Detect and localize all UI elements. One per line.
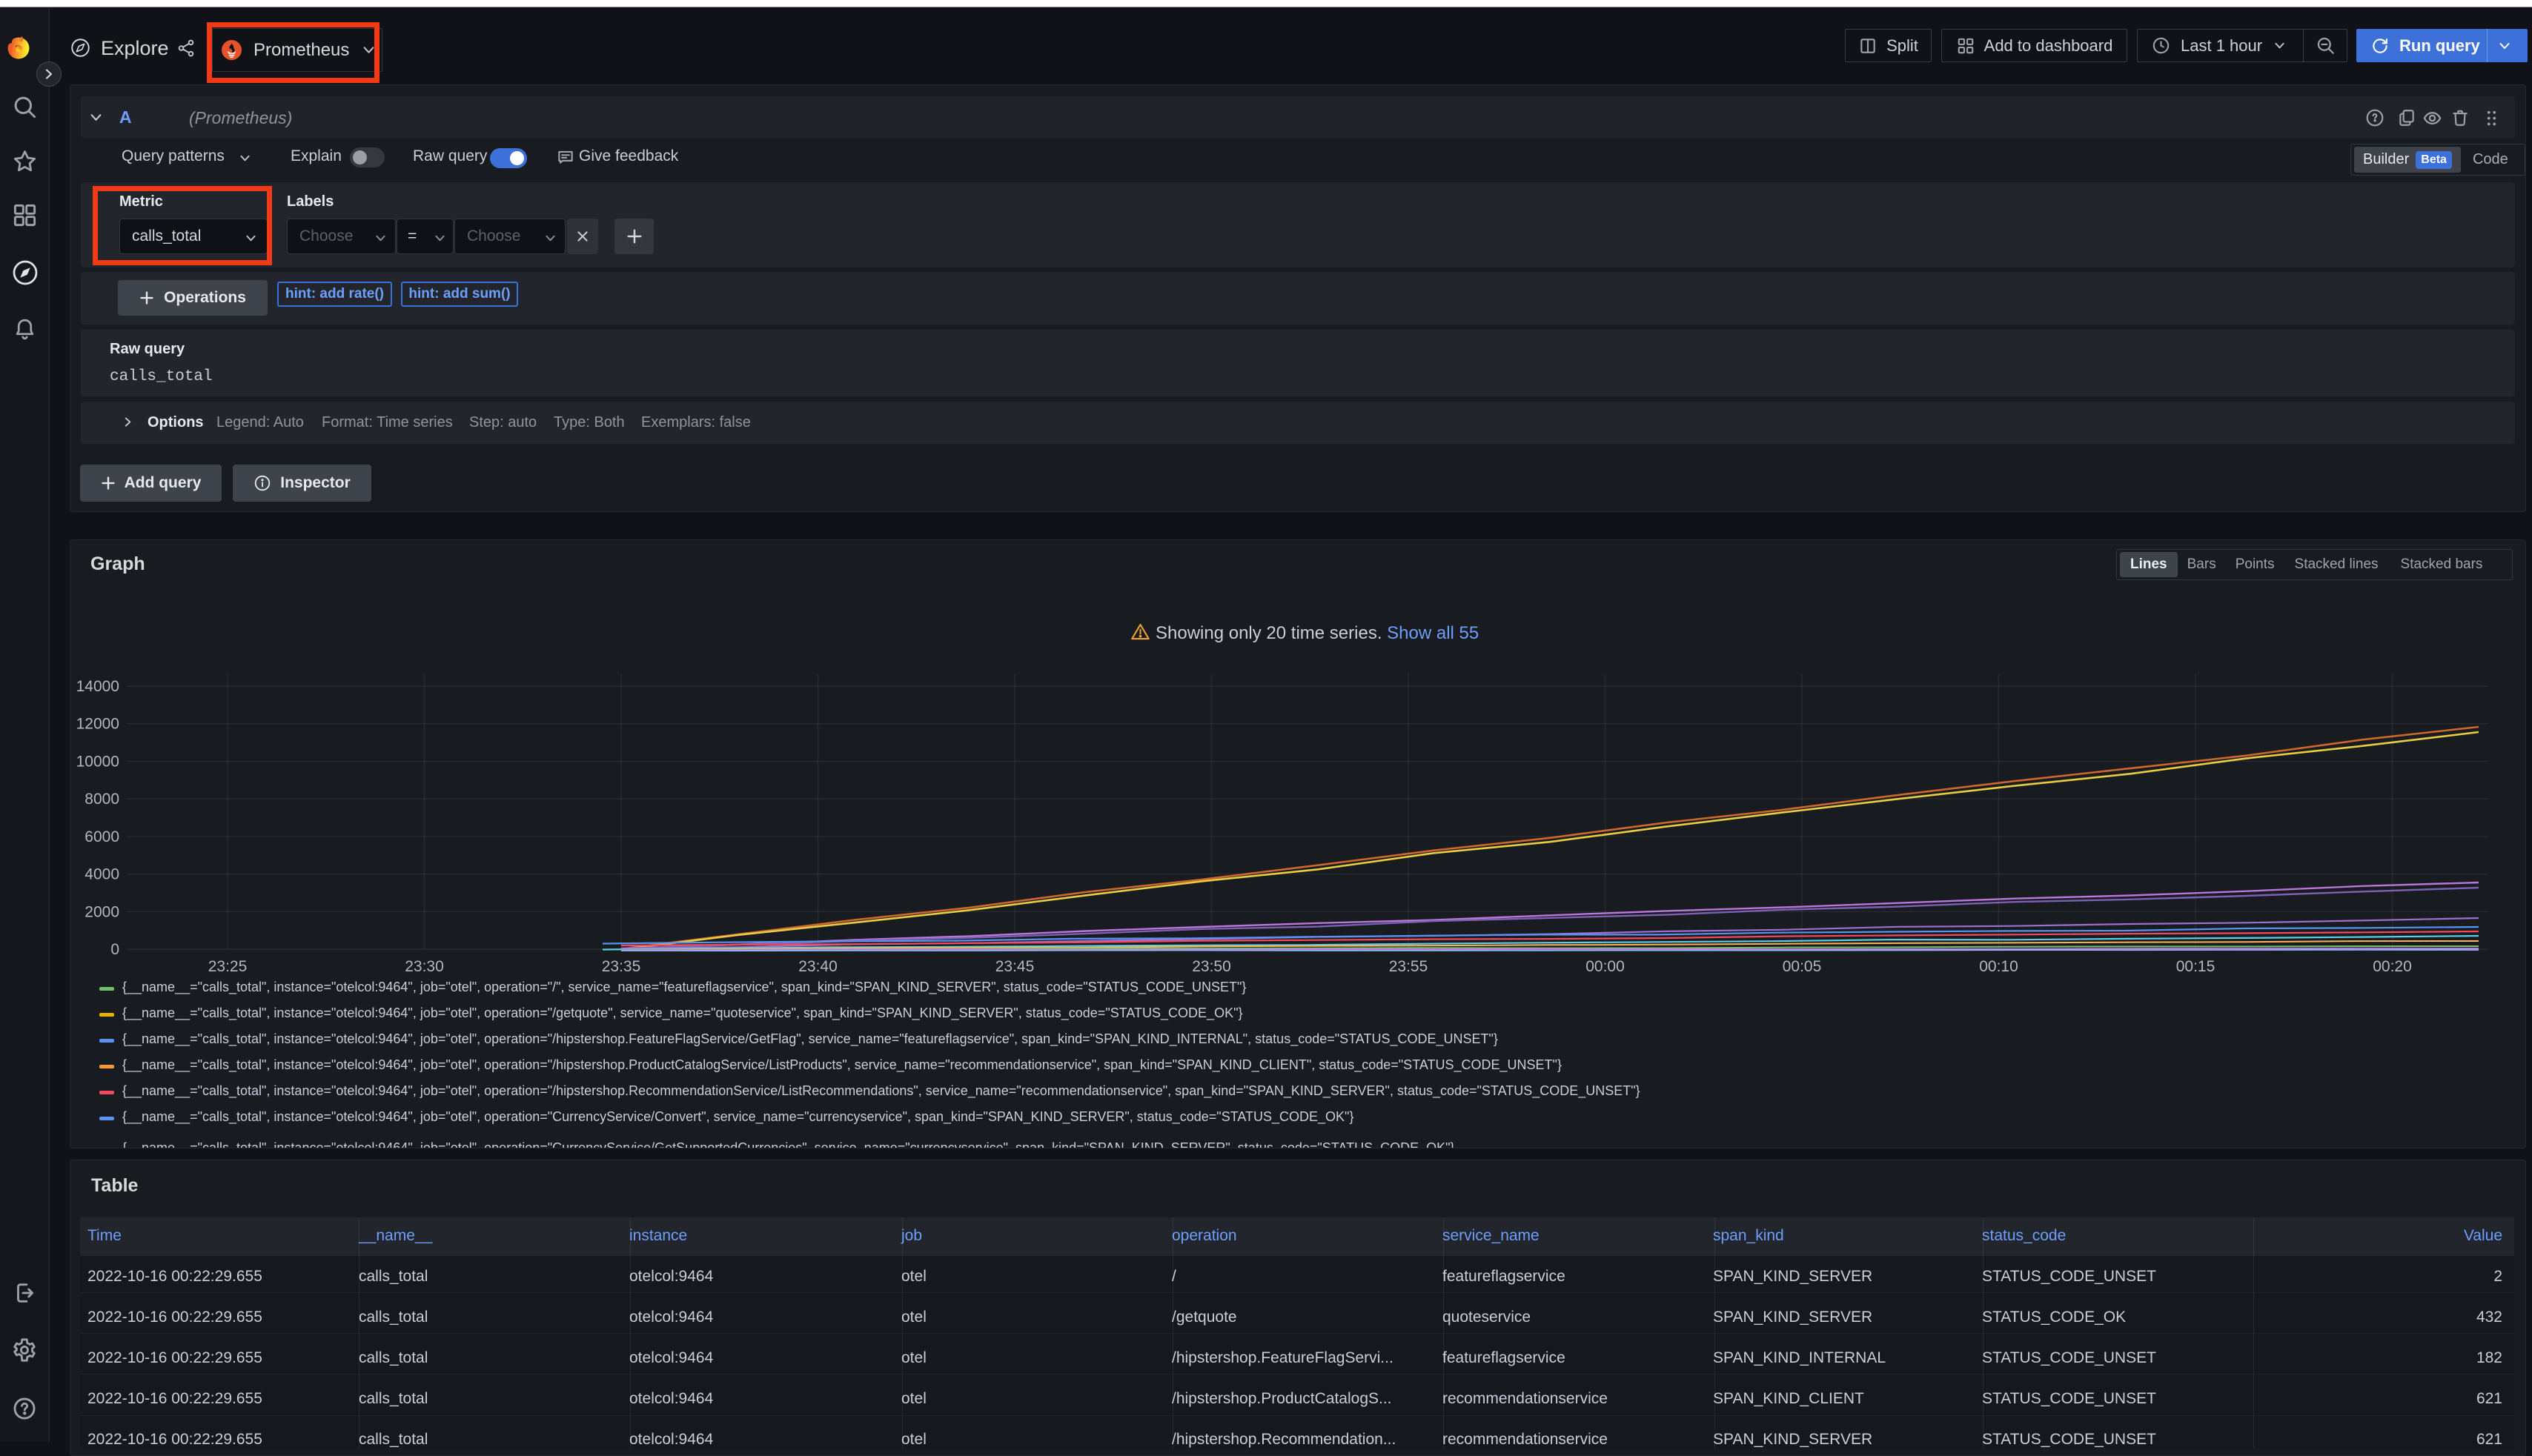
svg-text:4000: 4000 [84, 866, 119, 883]
svg-text:23:50: 23:50 [1192, 958, 1231, 975]
svg-text:6000: 6000 [84, 828, 119, 845]
svg-text:00:05: 00:05 [1783, 958, 1822, 975]
svg-text:10000: 10000 [76, 753, 119, 770]
svg-text:23:40: 23:40 [798, 958, 838, 975]
svg-text:14000: 14000 [76, 678, 119, 695]
svg-text:23:35: 23:35 [602, 958, 641, 975]
svg-text:23:30: 23:30 [405, 958, 444, 975]
svg-text:00:00: 00:00 [1585, 958, 1625, 975]
svg-text:23:45: 23:45 [995, 958, 1035, 975]
svg-text:23:25: 23:25 [208, 958, 248, 975]
svg-text:00:20: 00:20 [2373, 958, 2412, 975]
svg-text:12000: 12000 [76, 716, 119, 733]
svg-text:0: 0 [110, 941, 119, 958]
svg-text:00:10: 00:10 [1979, 958, 2018, 975]
svg-text:8000: 8000 [84, 791, 119, 808]
svg-text:2000: 2000 [84, 903, 119, 920]
svg-text:23:55: 23:55 [1389, 958, 1428, 975]
svg-text:00:15: 00:15 [2176, 958, 2216, 975]
